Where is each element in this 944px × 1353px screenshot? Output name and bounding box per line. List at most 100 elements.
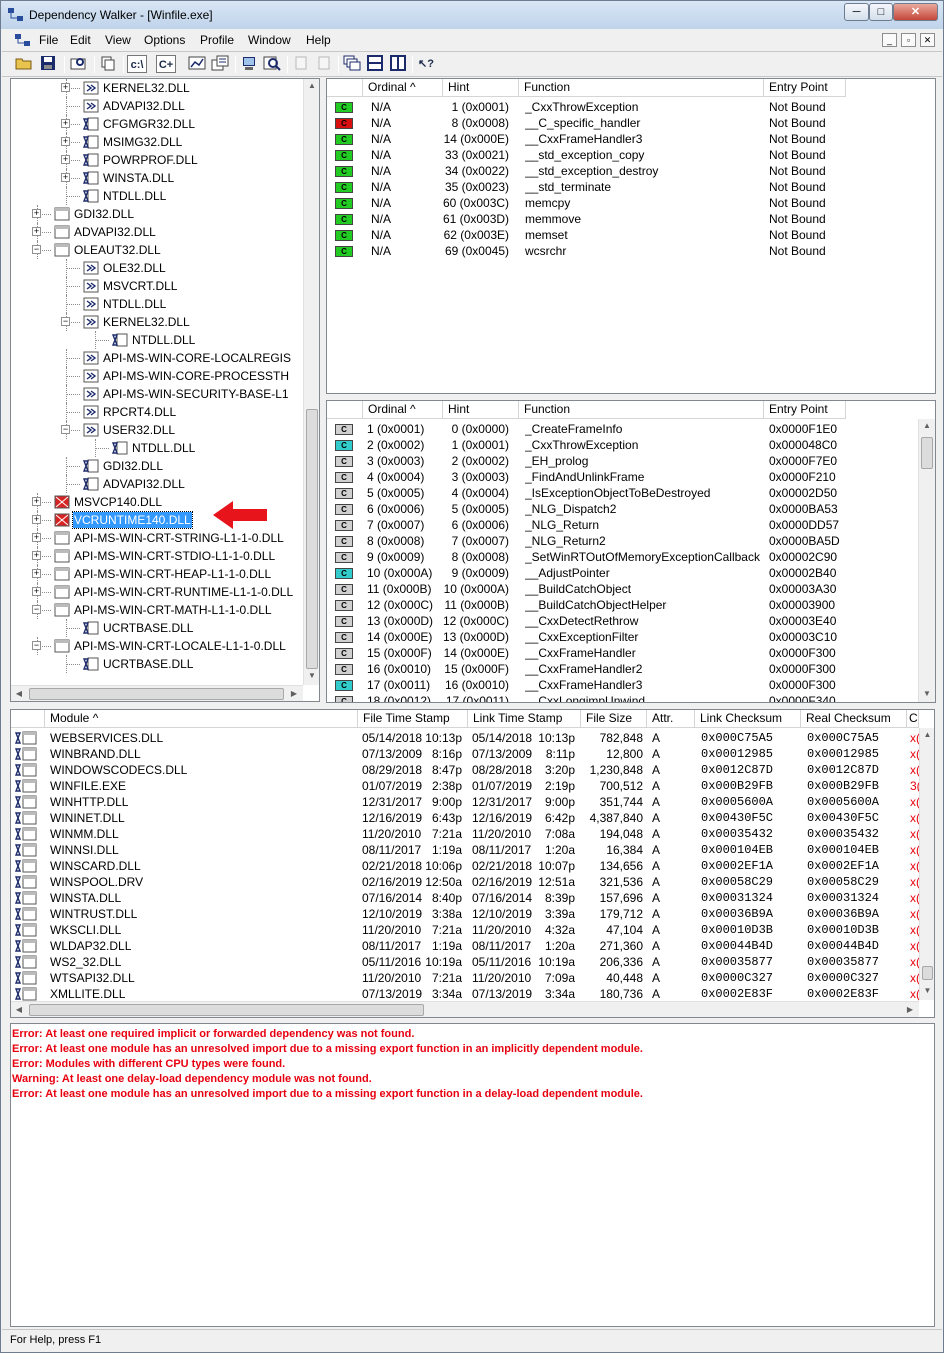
tile-horizontal-icon[interactable] — [365, 55, 385, 73]
function-row[interactable]: C N/A 35 (0x0023) __std_terminate Not Bound — [327, 179, 917, 195]
function-row[interactable]: C 2 (0x0002) 1 (0x0001) _CxxThrowException 0… — [327, 437, 917, 453]
expand-toggle-icon[interactable]: − — [32, 245, 41, 254]
module-row[interactable]: WINSPOOL.DRV 02/16/2019 12:50a 02/16/2019 12… — [11, 874, 919, 890]
function-row[interactable]: C 3 (0x0003) 2 (0x0002) _EH_prolog 0x0000F7E… — [327, 453, 917, 469]
module-row[interactable]: WINFILE.EXE 01/07/2019 2:38p 01/07/2019 2:19… — [11, 778, 919, 794]
function-row[interactable]: C 7 (0x0007) 6 (0x0006) _NLG_Return 0x0000DD… — [327, 517, 917, 533]
tree-node[interactable]: + API-MS-WIN-CRT-HEAP-L1-1-0.DLL — [11, 565, 303, 583]
module-row[interactable]: WINNSI.DLL 08/11/2017 1:19a 08/11/2017 1:20a… — [11, 842, 919, 858]
function-row[interactable]: C 6 (0x0006) 5 (0x0005) _NLG_Dispatch2 0x000… — [327, 501, 917, 517]
module-row[interactable]: XMLLITE.DLL 07/13/2019 3:34a 07/13/2019 3:34… — [11, 986, 919, 1002]
function-row[interactable]: C 5 (0x0005) 4 (0x0004) _IsExceptionObjectT… — [327, 485, 917, 501]
parent-imports-list[interactable]: Ordinal ^ Hint Function Entry Point C N/A… — [326, 78, 936, 394]
tree-node[interactable]: ADVAPI32.DLL — [11, 475, 303, 493]
properties-icon[interactable] — [210, 55, 230, 73]
module-row[interactable]: WEBSERVICES.DLL 05/14/2018 10:13p 05/14/201… — [11, 730, 919, 746]
function-row[interactable]: C 14 (0x000E) 13 (0x000D) __CxxExceptionFil… — [327, 629, 917, 645]
scroll-left-icon[interactable]: ◀ — [11, 1005, 27, 1014]
expand-toggle-icon[interactable]: + — [32, 515, 41, 524]
column-header-link-checksum[interactable]: Link Checksum — [695, 710, 801, 728]
maximize-button[interactable]: □ — [869, 3, 893, 21]
tree-node[interactable]: + API-MS-WIN-CRT-STDIO-L1-1-0.DLL — [11, 547, 303, 565]
expand-toggle-icon[interactable]: + — [32, 227, 41, 236]
scrollbar-thumb[interactable] — [922, 966, 933, 980]
tree-node[interactable]: + GDI32.DLL — [11, 205, 303, 223]
modules-vertical-scrollbar[interactable]: ▲ ▼ — [919, 728, 934, 1000]
module-row[interactable]: WININET.DLL 12/16/2019 6:43p 12/16/2019 6:42… — [11, 810, 919, 826]
column-header-cpu[interactable]: C — [907, 710, 919, 728]
mdi-minimize-button[interactable]: _ — [882, 33, 897, 47]
tree-node[interactable]: NTDLL.DLL — [11, 439, 303, 457]
menu-view[interactable]: View — [105, 33, 131, 47]
scroll-down-icon[interactable]: ▼ — [304, 671, 319, 680]
module-row[interactable]: WINDOWSCODECS.DLL 08/29/2018 8:47p 08/28/20… — [11, 762, 919, 778]
expand-toggle-icon[interactable]: − — [61, 317, 70, 326]
menu-profile[interactable]: Profile — [200, 33, 234, 47]
tree-node[interactable]: ADVAPI32.DLL — [11, 97, 303, 115]
expand-toggle-icon[interactable]: + — [61, 83, 70, 92]
log-view[interactable]: Error: At least one required implicit or… — [10, 1023, 935, 1327]
scrollbar-thumb[interactable] — [306, 409, 318, 669]
expand-toggle-icon[interactable]: + — [61, 119, 70, 128]
menu-help[interactable]: Help — [306, 33, 331, 47]
column-header-function[interactable]: Function — [519, 401, 764, 419]
column-header-ordinal[interactable]: Ordinal ^ — [363, 79, 443, 97]
mdi-close-button[interactable]: ✕ — [920, 33, 935, 47]
column-header-icon[interactable] — [11, 710, 45, 728]
tree-horizontal-scrollbar[interactable]: ◀ ▶ — [11, 685, 303, 701]
function-row[interactable]: C N/A 61 (0x003D) memmove Not Bound — [327, 211, 917, 227]
tree-node[interactable]: + CFGMGR32.DLL — [11, 115, 303, 133]
document-icon[interactable] — [14, 33, 32, 47]
module-row[interactable]: WINHTTP.DLL 12/31/2017 9:00p 12/31/2017 9:00… — [11, 794, 919, 810]
scroll-up-icon[interactable]: ▲ — [920, 730, 934, 739]
tree-node[interactable]: − USER32.DLL — [11, 421, 303, 439]
function-row[interactable]: C N/A 33 (0x0021) __std_exception_copy Not B… — [327, 147, 917, 163]
menu-edit[interactable]: Edit — [70, 33, 91, 47]
function-row[interactable]: C N/A 8 (0x0008) __C_specific_handler Not Bo… — [327, 115, 917, 131]
function-row[interactable]: C 18 (0x0012) 17 (0x0011) __CxxLongjmpUnwin… — [327, 693, 917, 702]
tree-node[interactable]: + API-MS-WIN-CRT-STRING-L1-1-0.DLL — [11, 529, 303, 547]
close-button[interactable]: ✕ — [893, 3, 938, 21]
column-header-link-time-stamp[interactable]: Link Time Stamp — [468, 710, 581, 728]
tree-node[interactable]: API-MS-WIN-CORE-LOCALREGIS — [11, 349, 303, 367]
column-header-module[interactable]: Module ^ — [45, 710, 358, 728]
tree-node[interactable]: + API-MS-WIN-CRT-RUNTIME-L1-1-0.DLL — [11, 583, 303, 601]
function-row[interactable]: C 4 (0x0004) 3 (0x0003) _FindAndUnlinkFrame… — [327, 469, 917, 485]
scroll-up-icon[interactable]: ▲ — [304, 81, 319, 90]
mdi-restore-button[interactable]: ▫ — [901, 33, 916, 47]
function-row[interactable]: C 9 (0x0009) 8 (0x0008) _SetWinRTOutOfMemor… — [327, 549, 917, 565]
column-header-attr[interactable]: Attr. — [647, 710, 695, 728]
tree-node[interactable]: UCRTBASE.DLL — [11, 655, 303, 673]
function-row[interactable]: C 12 (0x000C) 11 (0x000B) __BuildCatchObjec… — [327, 597, 917, 613]
open-folder-icon[interactable] — [14, 55, 34, 73]
scrollbar-thumb[interactable] — [29, 1004, 424, 1016]
expand-toggle-icon[interactable]: − — [32, 641, 41, 650]
module-row[interactable]: WINSCARD.DLL 02/21/2018 10:06p 02/21/2018 10… — [11, 858, 919, 874]
cascade-icon[interactable] — [342, 55, 362, 73]
column-header-ordinal[interactable]: Ordinal ^ — [363, 401, 443, 419]
module-row[interactable]: WS2_32.DLL 05/11/2016 10:19a 05/11/2016 10:1… — [11, 954, 919, 970]
title-bar[interactable]: Dependency Walker - [Winfile.exe] ─ □ ✕ — [1, 1, 943, 29]
function-row[interactable]: C 15 (0x000F) 14 (0x000E) __CxxFrameHandler… — [327, 645, 917, 661]
next-icon[interactable] — [314, 55, 334, 73]
expand-toggle-icon[interactable]: − — [32, 605, 41, 614]
scroll-down-icon[interactable]: ▼ — [920, 986, 934, 995]
module-row[interactable]: WTSAPI32.DLL 11/20/2010 7:21a 11/20/2010 7:0… — [11, 970, 919, 986]
column-header-real-checksum[interactable]: Real Checksum — [801, 710, 907, 728]
search-icon[interactable] — [262, 55, 282, 73]
column-header-function[interactable]: Function — [519, 79, 764, 97]
tree-node[interactable]: OLE32.DLL — [11, 259, 303, 277]
module-row[interactable]: WINMM.DLL 11/20/2010 7:21a 11/20/2010 7:08a 1… — [11, 826, 919, 842]
tree-node[interactable]: − API-MS-WIN-CRT-LOCALE-L1-1-0.DLL — [11, 637, 303, 655]
expand-toggle-icon[interactable]: + — [32, 533, 41, 542]
tree-node[interactable]: + WINSTA.DLL — [11, 169, 303, 187]
function-row[interactable]: C N/A 34 (0x0022) __std_exception_destroy No… — [327, 163, 917, 179]
tree-node[interactable]: RPCRT4.DLL — [11, 403, 303, 421]
module-tree[interactable]: + KERNEL32.DLL ADVAPI32.DLL + CFGMGR32.DLL + M… — [10, 78, 320, 702]
tree-node[interactable]: API-MS-WIN-SECURITY-BASE-L1 — [11, 385, 303, 403]
full-paths-button[interactable]: c:\ — [127, 55, 147, 73]
chart-icon[interactable] — [187, 55, 207, 73]
tree-node[interactable]: + MSIMG32.DLL — [11, 133, 303, 151]
column-header-icon[interactable] — [327, 79, 363, 97]
column-header-hint[interactable]: Hint — [443, 401, 519, 419]
